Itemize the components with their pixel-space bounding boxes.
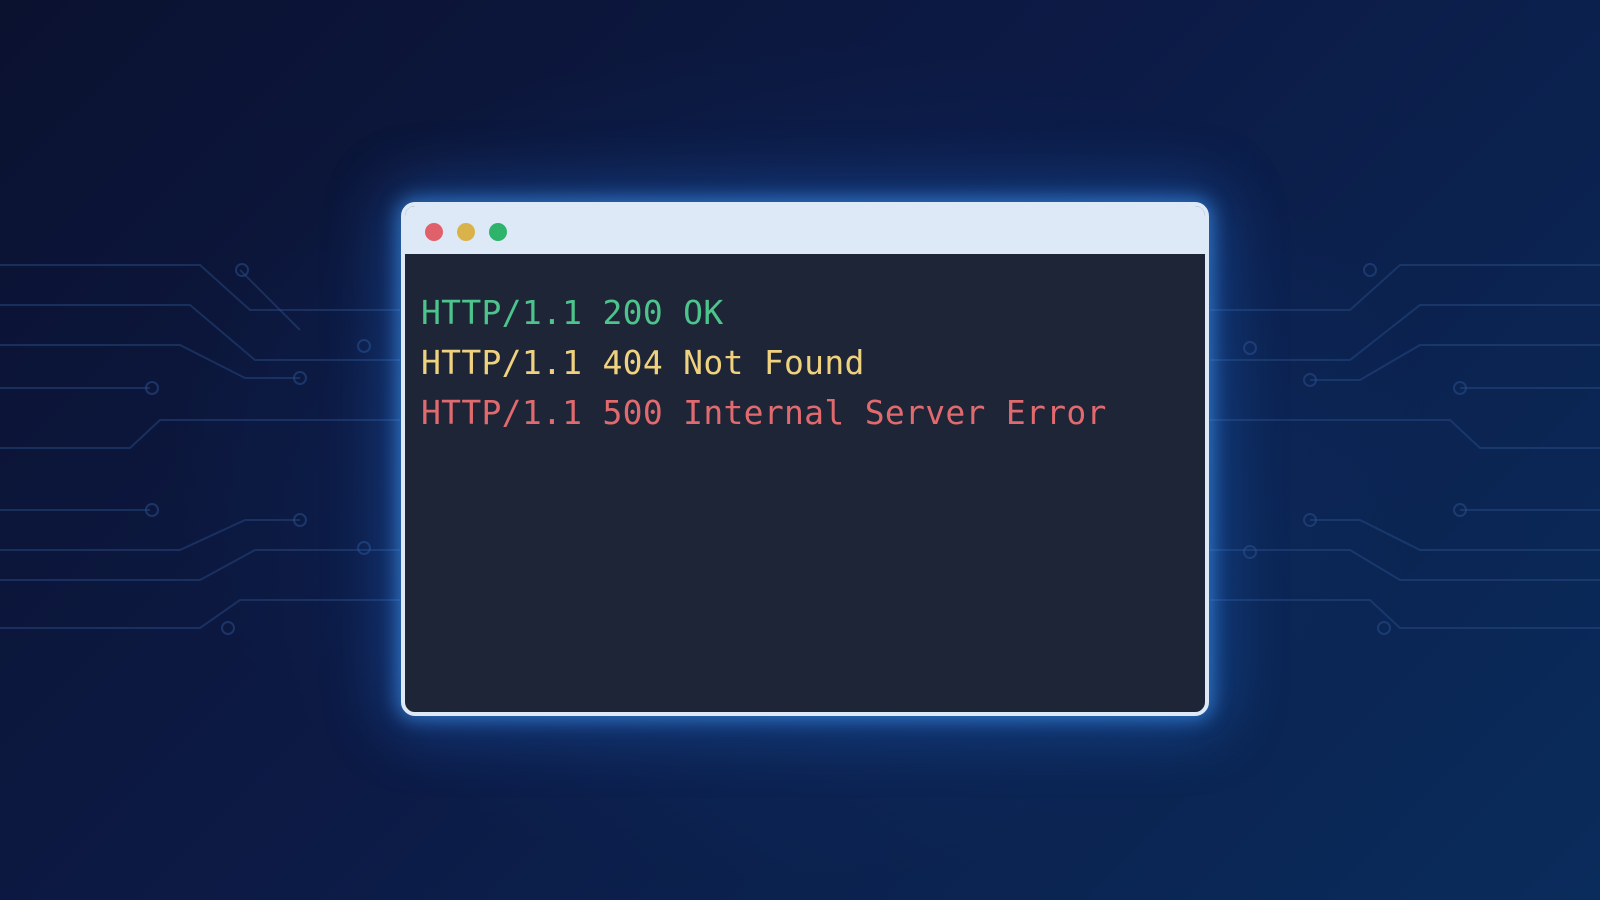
window-titlebar[interactable] [405,206,1205,254]
close-button[interactable] [425,223,443,241]
terminal-line-200-ok: HTTP/1.1 200 OK [421,293,724,332]
terminal-line-404-not-found: HTTP/1.1 404 Not Found [421,343,865,382]
terminal-body[interactable]: HTTP/1.1 200 OK HTTP/1.1 404 Not Found H… [405,254,1205,438]
maximize-button[interactable] [489,223,507,241]
terminal-line-500-error: HTTP/1.1 500 Internal Server Error [421,393,1107,432]
minimize-button[interactable] [457,223,475,241]
terminal-window: HTTP/1.1 200 OK HTTP/1.1 404 Not Found H… [401,202,1209,716]
